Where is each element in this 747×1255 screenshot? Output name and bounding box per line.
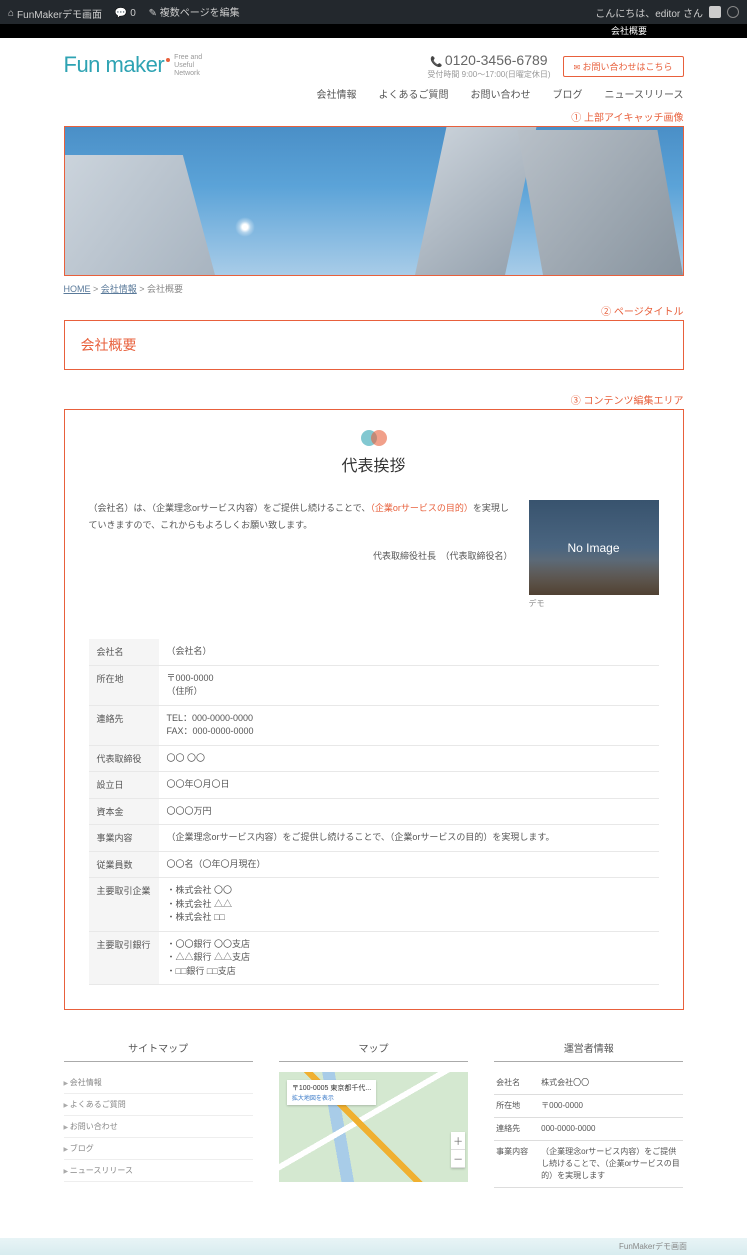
breadcrumb-home[interactable]: HOME	[64, 284, 91, 294]
nav-company[interactable]: 会社情報	[317, 86, 357, 101]
table-row: 所在地〒000-0000	[494, 1095, 683, 1118]
map-zoom-controls[interactable]: ＋－	[451, 1132, 465, 1168]
info-value: 〇〇 〇〇	[159, 745, 659, 772]
table-row: 会社名（会社名）	[89, 639, 659, 665]
contact-button[interactable]: お問い合わせはこちら	[563, 56, 684, 77]
op-key: 会社名	[494, 1072, 539, 1095]
info-value: （企業理念orサービス内容）をご提供し続けることで、（企業orサービスの目的）を…	[159, 825, 659, 852]
logo[interactable]: Fun maker Free andUsefulNetwork	[64, 52, 203, 78]
content-area: 代表挨拶 （会社名）は、（企業理念orサービス内容）をご提供し続けることで、（企…	[64, 409, 684, 1010]
nav-contact[interactable]: お問い合わせ	[471, 86, 531, 101]
op-value: 〒000-0000	[539, 1095, 683, 1118]
breadcrumb-cat[interactable]: 会社情報	[101, 284, 137, 294]
operator-heading: 運営者情報	[494, 1040, 683, 1062]
op-value: （企業理念orサービス内容）をご提供し続けることで、（企業orサービスの目的）を…	[539, 1141, 683, 1188]
signature: 代表取締役社長 （代表取締役名）	[89, 548, 513, 565]
info-key: 会社名	[89, 639, 159, 665]
greeting-title: 代表挨拶	[89, 452, 659, 476]
op-value: 000-0000-0000	[539, 1118, 683, 1141]
sitemap-item[interactable]: 会社情報	[64, 1072, 253, 1094]
nav-faq[interactable]: よくあるご質問	[379, 86, 449, 101]
map-zoom-link[interactable]: 拡大地図を表示	[292, 1096, 334, 1102]
breadcrumb: HOME > 会社情報 > 会社概要	[64, 276, 684, 301]
nav-news[interactable]: ニュースリリース	[605, 86, 684, 101]
table-row: 会社名株式会社〇〇	[494, 1072, 683, 1095]
annotation-hero: ① 上部アイキャッチ画像	[64, 107, 684, 126]
op-key: 連絡先	[494, 1118, 539, 1141]
table-row: 従業員数〇〇名（〇年〇月現在）	[89, 851, 659, 878]
annotation-content: ③ コンテンツ編集エリア	[64, 390, 684, 409]
table-row: 事業内容（企業理念orサービス内容）をご提供し続けることで、（企業orサービスの…	[494, 1141, 683, 1188]
table-row: 事業内容（企業理念orサービス内容）をご提供し続けることで、（企業orサービスの…	[89, 825, 659, 852]
admin-bar: ⌂ FunMakerデモ画面 💬 0 ✎ 複数ページを編集 こんにちは、edit…	[0, 0, 747, 24]
sitemap-heading: サイトマップ	[64, 1040, 253, 1062]
admin-edit[interactable]: ✎ 複数ページを編集	[149, 4, 240, 19]
info-value: 〒000-0000（住所）	[159, 665, 659, 705]
hero-image	[64, 126, 684, 276]
info-value: （会社名）	[159, 639, 659, 665]
info-value: 〇〇年〇月〇日	[159, 772, 659, 799]
image-caption: デモ	[529, 598, 659, 609]
info-value: ・〇〇銀行 〇〇支店・△△銀行 △△支店・□□銀行 □□支店	[159, 931, 659, 985]
ornament-icon	[89, 430, 659, 446]
info-value: 〇〇〇万円	[159, 798, 659, 825]
table-row: 主要取引銀行・〇〇銀行 〇〇支店・△△銀行 △△支店・□□銀行 □□支店	[89, 931, 659, 985]
annotation-title: ② ページタイトル	[64, 301, 684, 320]
op-value: 株式会社〇〇	[539, 1072, 683, 1095]
header: Fun maker Free andUsefulNetwork 0120-345…	[64, 38, 684, 86]
company-info-table: 会社名（会社名）所在地〒000-0000（住所）連絡先TEL：000-0000-…	[89, 639, 659, 985]
table-row: 所在地〒000-0000（住所）	[89, 665, 659, 705]
search-icon[interactable]	[727, 6, 739, 18]
greeting-text: （会社名）は、（企業理念orサービス内容）をご提供し続けることで、（企業orサー…	[89, 500, 513, 609]
sub-bar: 会社概要	[0, 24, 747, 38]
op-key: 所在地	[494, 1095, 539, 1118]
info-key: 事業内容	[89, 825, 159, 852]
phone-number: 0120-3456-6789	[427, 52, 550, 68]
table-row: 設立日〇〇年〇月〇日	[89, 772, 659, 799]
map-col: マップ 〒100-0005 東京都千代...拡大地図を表示 ＋－	[279, 1040, 468, 1188]
sitemap-col: サイトマップ 会社情報よくあるご質問お問い合わせブログニュースリリース	[64, 1040, 253, 1188]
map-widget[interactable]: 〒100-0005 東京都千代...拡大地図を表示 ＋－	[279, 1072, 468, 1182]
table-row: 主要取引企業・株式会社 〇〇・株式会社 △△・株式会社 □□	[89, 878, 659, 932]
info-key: 所在地	[89, 665, 159, 705]
nav-blog[interactable]: ブログ	[553, 86, 583, 101]
table-row: 連絡先TEL：000-0000-0000FAX：000-0000-0000	[89, 705, 659, 745]
info-key: 代表取締役	[89, 745, 159, 772]
sitemap-item[interactable]: よくあるご質問	[64, 1094, 253, 1116]
breadcrumb-current: 会社概要	[147, 284, 183, 294]
info-key: 主要取引銀行	[89, 931, 159, 985]
table-row: 連絡先000-0000-0000	[494, 1118, 683, 1141]
sitemap-item[interactable]: ニュースリリース	[64, 1160, 253, 1182]
footer: サイトマップ 会社情報よくあるご質問お問い合わせブログニュースリリース マップ …	[64, 1010, 684, 1238]
table-row: 代表取締役〇〇 〇〇	[89, 745, 659, 772]
info-key: 資本金	[89, 798, 159, 825]
page-title-box: 会社概要	[64, 320, 684, 370]
info-key: 主要取引企業	[89, 878, 159, 932]
map-label: 〒100-0005 東京都千代...拡大地図を表示	[287, 1080, 376, 1105]
info-key: 連絡先	[89, 705, 159, 745]
info-value: TEL：000-0000-0000FAX：000-0000-0000	[159, 705, 659, 745]
footer-bar: FunMakerデモ画面	[0, 1238, 747, 1255]
info-key: 従業員数	[89, 851, 159, 878]
page-title: 会社概要	[81, 335, 667, 355]
admin-site-link[interactable]: ⌂ FunMakerデモ画面	[8, 6, 102, 21]
info-key: 設立日	[89, 772, 159, 799]
admin-comments[interactable]: 💬 0	[115, 8, 136, 19]
map-heading: マップ	[279, 1040, 468, 1062]
op-key: 事業内容	[494, 1141, 539, 1188]
representative-image: No Image	[529, 500, 659, 595]
avatar-icon[interactable]	[709, 6, 721, 18]
info-value: ・株式会社 〇〇・株式会社 △△・株式会社 □□	[159, 878, 659, 932]
sitemap-item[interactable]: ブログ	[64, 1138, 253, 1160]
admin-greeting: こんにちは、editor さん	[595, 5, 703, 20]
info-value: 〇〇名（〇年〇月現在）	[159, 851, 659, 878]
main-nav: 会社情報 よくあるご質問 お問い合わせ ブログ ニュースリリース	[64, 86, 684, 107]
operator-col: 運営者情報 会社名株式会社〇〇所在地〒000-0000連絡先000-0000-0…	[494, 1040, 683, 1188]
header-contact: 0120-3456-6789 受付時間 9:00～17:00(日曜定休日)	[427, 52, 550, 80]
sitemap-item[interactable]: お問い合わせ	[64, 1116, 253, 1138]
table-row: 資本金〇〇〇万円	[89, 798, 659, 825]
business-hours: 受付時間 9:00～17:00(日曜定休日)	[427, 69, 550, 80]
